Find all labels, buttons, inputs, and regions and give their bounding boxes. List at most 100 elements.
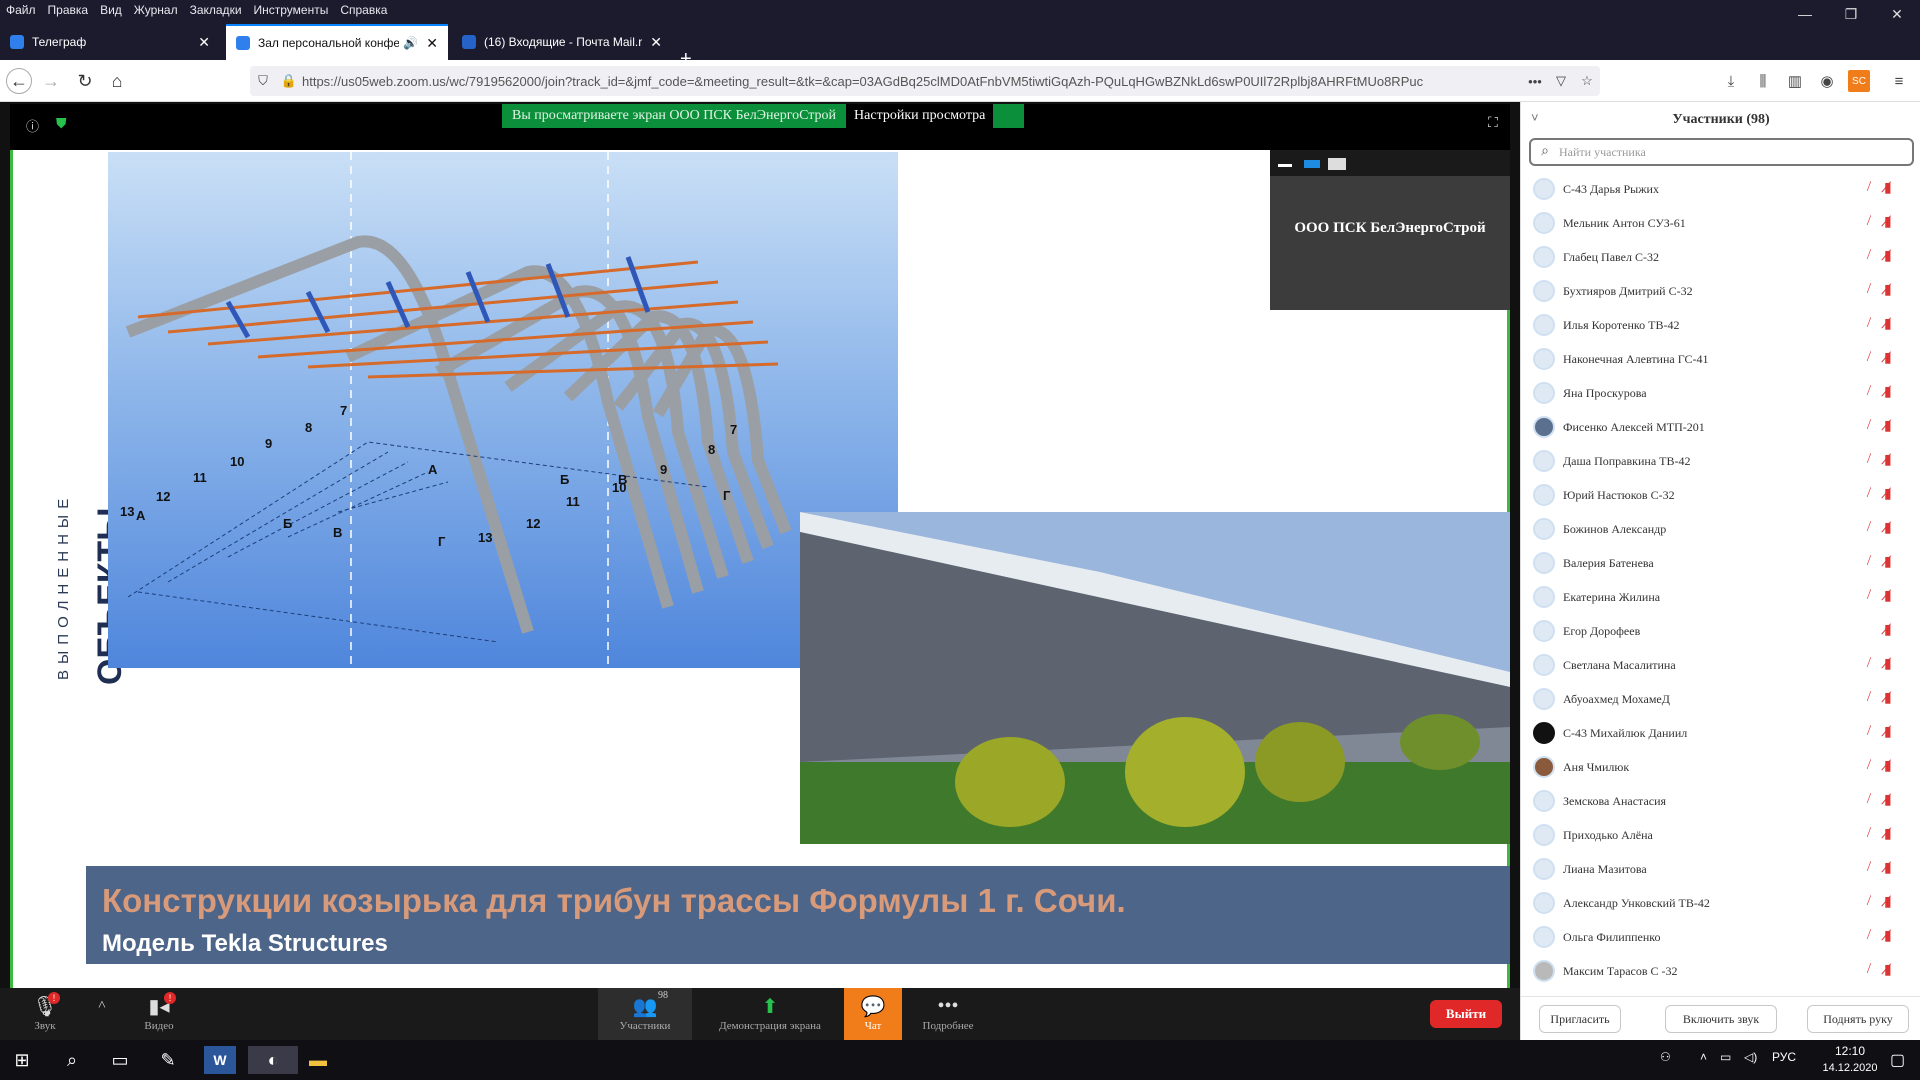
participant-row[interactable]: Егор Дорофеев ▮̸ [1521, 614, 1920, 648]
menu-edit[interactable]: Правка [42, 3, 95, 17]
participant-row[interactable]: С-43 Дарья Рыжих 🎙̸ ▮̸ [1521, 172, 1920, 206]
shield-icon[interactable]: ⛉ [250, 73, 276, 89]
unmute-all-button[interactable]: Включить звук [1665, 1005, 1777, 1033]
file-explorer-icon[interactable]: ▬ [298, 1046, 338, 1074]
camera-icon: ▮◂ [148, 995, 170, 1018]
participant-row[interactable]: Глабец Павел С-32 🎙̸ ▮̸ [1521, 240, 1920, 274]
word-icon[interactable]: W [204, 1046, 236, 1074]
participant-row[interactable]: Яна Проскурова 🎙̸ ▮̸ [1521, 376, 1920, 410]
close-tab-icon[interactable]: ✕ [198, 34, 210, 51]
clock-time[interactable]: 12:10 [1820, 1044, 1880, 1058]
video-off-icon: ▮̸ [1884, 895, 1892, 910]
caption-title: Конструкции козырька для трибун трассы Ф… [102, 882, 1126, 919]
share-screen-button[interactable]: ⬆ Демонстрация экрана [710, 992, 830, 1033]
invite-button[interactable]: Пригласить [1539, 1005, 1621, 1033]
presenter-video-tile[interactable]: ООО ПСК БелЭнергоСтрой [1270, 150, 1510, 310]
participant-row[interactable]: Абуоахмед МохамеД 🎙̸ ▮̸ [1521, 682, 1920, 716]
menu-history[interactable]: Журнал [128, 3, 184, 17]
language-indicator[interactable]: РУС [1772, 1050, 1796, 1064]
participant-row[interactable]: Юрий Настюков С-32 🎙̸ ▮̸ [1521, 478, 1920, 512]
hamburger-menu-icon[interactable]: ≡ [1888, 70, 1910, 92]
participant-row[interactable]: Земскова Анастасия 🎙̸ ▮̸ [1521, 784, 1920, 818]
muted-mic-icon: 🎙̸ [1858, 452, 1869, 467]
reload-icon[interactable]: ↻ [72, 68, 98, 94]
speaker-icon[interactable]: 🔊 [403, 36, 418, 50]
participant-search-input[interactable]: ⌕ Найти участника [1529, 138, 1914, 166]
app-icon[interactable]: ✎ [148, 1046, 188, 1074]
close-tab-icon[interactable]: ✕ [426, 35, 438, 52]
participant-row[interactable]: Бухтияров Дмитрий С-32 🎙̸ ▮̸ [1521, 274, 1920, 308]
security-shield-icon[interactable]: ⛊ [56, 115, 67, 132]
people-icon[interactable]: ⚇ [1660, 1050, 1671, 1064]
chat-button[interactable]: 💬 Чат [844, 988, 902, 1040]
windows-start-icon[interactable]: ⊞ [2, 1046, 42, 1074]
minimize-video-icon[interactable] [1278, 164, 1292, 167]
clock-date[interactable]: 14.12.2020 [1816, 1062, 1884, 1074]
participant-row[interactable]: Валерия Батенева 🎙̸ ▮̸ [1521, 546, 1920, 580]
audio-alert-badge: ! [48, 992, 60, 1004]
extension-icon[interactable]: SC [1848, 70, 1870, 92]
participant-row[interactable]: Илья Коротенко ТВ-42 🎙̸ ▮̸ [1521, 308, 1920, 342]
menu-help[interactable]: Справка [334, 3, 393, 17]
participant-row[interactable]: Лиана Мазитова 🎙̸ ▮̸ [1521, 852, 1920, 886]
video-off-icon: ▮̸ [1884, 215, 1892, 230]
participant-row[interactable]: Аня Чмилюк 🎙̸ ▮̸ [1521, 750, 1920, 784]
participant-row[interactable]: Максим Тарасов С -32 🎙̸ ▮̸ [1521, 954, 1920, 988]
video-off-icon: ▮̸ [1884, 725, 1892, 740]
fullscreen-icon[interactable]: ⛶ [1488, 114, 1498, 131]
participant-row[interactable]: Божинов Александр 🎙̸ ▮̸ [1521, 512, 1920, 546]
mail-icon [462, 35, 476, 49]
video-button[interactable]: ▮◂ Видео ! [134, 992, 184, 1032]
menu-tools[interactable]: Инструменты [248, 3, 335, 17]
more-button[interactable]: ••• Подробнее [918, 992, 978, 1033]
close-tab-icon[interactable]: ✕ [650, 34, 662, 51]
participant-row[interactable]: Мельник Антон СУЗ-61 🎙̸ ▮̸ [1521, 206, 1920, 240]
muted-mic-icon: 🎙̸ [1858, 792, 1869, 807]
account-icon[interactable]: ◉ [1816, 70, 1838, 92]
participant-row[interactable]: Наконечная Алевтина ГС-41 🎙̸ ▮̸ [1521, 342, 1920, 376]
search-icon[interactable]: ⌕ [52, 1046, 92, 1074]
participant-row[interactable]: Екатерина Жилина 🎙̸ ▮̸ [1521, 580, 1920, 614]
tab-mail[interactable]: (16) Входящие - Почта Mail.ru ✕ [452, 24, 672, 60]
home-icon[interactable]: ⌂ [104, 68, 130, 94]
gallery-view-icon[interactable] [1328, 158, 1346, 170]
tab-telegraph[interactable]: Телеграф ✕ [0, 24, 220, 60]
forward-icon[interactable]: → [38, 68, 64, 94]
url-text[interactable]: https://us05web.zoom.us/wc/7919562000/jo… [302, 74, 1522, 89]
participant-row[interactable]: Александр Унковский ТВ-42 🎙̸ ▮̸ [1521, 886, 1920, 920]
participant-row[interactable]: Светлана Масалитина 🎙̸ ▮̸ [1521, 648, 1920, 682]
menu-bookmarks[interactable]: Закладки [184, 3, 248, 17]
participant-row[interactable]: Даша Поправкина ТВ-42 🎙̸ ▮̸ [1521, 444, 1920, 478]
notifications-icon[interactable]: ▢ [1890, 1050, 1905, 1070]
info-icon[interactable]: ⓘ [26, 116, 39, 135]
pocket-icon[interactable]: ▽ [1548, 73, 1574, 89]
leave-meeting-button[interactable]: Выйти [1430, 1000, 1502, 1028]
network-icon[interactable]: ▭ [1720, 1050, 1731, 1064]
menu-file[interactable]: Файл [0, 3, 42, 17]
address-bar[interactable]: ⛉ 🔒 https://us05web.zoom.us/wc/791956200… [250, 66, 1600, 96]
avatar [1533, 450, 1555, 472]
participant-row[interactable]: С-43 Михайлюк Даниил 🎙̸ ▮̸ [1521, 716, 1920, 750]
sidebar-icon[interactable]: ▥ [1784, 70, 1806, 92]
tab-zoom-conference[interactable]: Зал персональной конфер 🔊 ✕ [226, 24, 448, 60]
tray-chevron-icon[interactable]: ˄ [1700, 1050, 1707, 1064]
participant-row[interactable]: Фисенко Алексей МТП-201 🎙̸ ▮̸ [1521, 410, 1920, 444]
speaker-view-icon[interactable] [1304, 160, 1320, 168]
more-actions-icon[interactable]: ••• [1522, 74, 1548, 89]
firefox-icon[interactable]: ◐ [248, 1046, 298, 1074]
task-view-icon[interactable]: ▭ [100, 1046, 140, 1074]
menu-view[interactable]: Вид [94, 3, 128, 17]
view-settings-button[interactable]: Настройки просмотра [846, 104, 994, 128]
download-icon[interactable]: ⤓ [1720, 70, 1742, 92]
participant-row[interactable]: Приходько Алёна 🎙̸ ▮̸ [1521, 818, 1920, 852]
back-icon[interactable]: ← [6, 68, 32, 94]
audio-button[interactable]: 🎙 Звук ! [20, 992, 70, 1032]
volume-icon[interactable]: ◁) [1744, 1050, 1757, 1064]
audio-options-button[interactable]: ˄ [90, 992, 114, 1020]
raise-hand-button[interactable]: Поднять руку [1807, 1005, 1909, 1033]
lock-icon[interactable]: 🔒 [276, 73, 302, 89]
participants-button[interactable]: 👥 Участники 98 [598, 988, 692, 1040]
bookmark-star-icon[interactable]: ☆ [1574, 73, 1600, 89]
library-icon[interactable]: ⫼ [1752, 70, 1774, 92]
participant-row[interactable]: Ольга Филиппенко 🎙̸ ▮̸ [1521, 920, 1920, 954]
